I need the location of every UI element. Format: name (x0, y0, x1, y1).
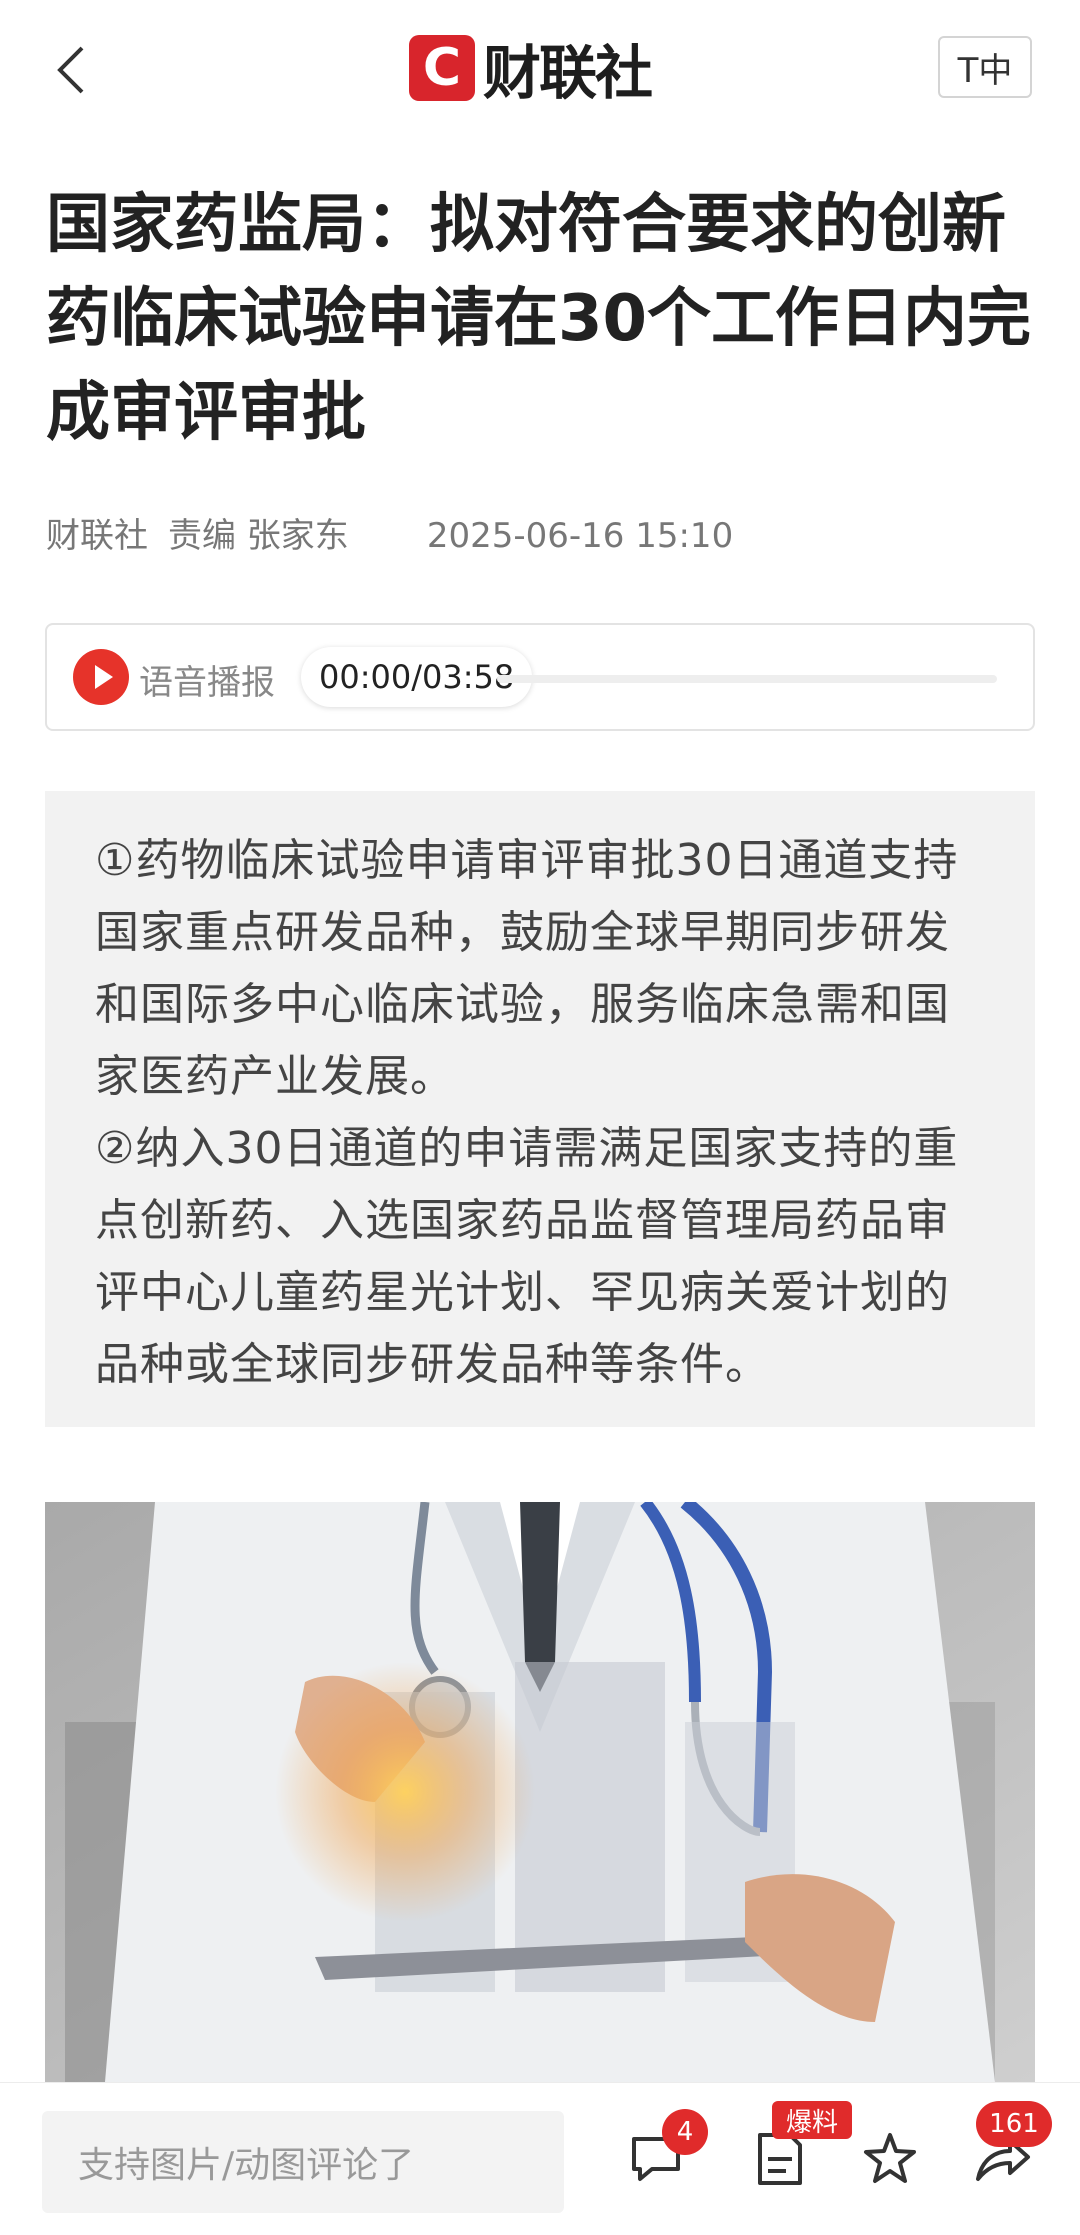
article-datetime: 2025-06-16 15:10 (426, 516, 734, 556)
bottom-action-bar: 支持图片/动图评论了 4 爆料 161 (0, 2082, 1080, 2235)
logo-letter: C (422, 38, 462, 98)
share-count-badge: 161 (976, 2101, 1052, 2147)
article-title: 国家药监局：拟对符合要求的创新药临床试验申请在30个工作日内完成审评审批 (46, 188, 1032, 450)
top-bar: C 财联社 T中 (0, 0, 1080, 135)
audio-label: 语音播报 (139, 663, 275, 703)
play-icon[interactable] (73, 649, 129, 705)
font-size-button[interactable]: T中 (938, 36, 1032, 98)
article-editor: 责编 张家东 (168, 516, 349, 556)
article-image (45, 1502, 1035, 2082)
logo-badge: C (409, 35, 475, 101)
audio-player: 语音播报 00:00/03:58 (45, 623, 1035, 731)
favorite-button[interactable] (860, 2129, 920, 2189)
comment-input[interactable]: 支持图片/动图评论了 (42, 2111, 564, 2213)
summary-point-1: ①药物临床试验申请审评审批30日通道支持国家重点研发品种，鼓励全球早期同步研发和… (95, 835, 959, 1102)
article-summary: ①药物临床试验申请审评审批30日通道支持国家重点研发品种，鼓励全球早期同步研发和… (45, 791, 1035, 1427)
comment-count-badge: 4 (662, 2109, 708, 2155)
article-source: 财联社 (46, 516, 148, 556)
article-meta: 财联社 责编 张家东 2025-06-16 15:10 (46, 508, 753, 557)
app-logo: C 财联社 (409, 32, 653, 107)
report-badge: 爆料 (772, 2101, 852, 2139)
logo-text: 财联社 (483, 39, 653, 107)
audio-progress-track[interactable] (497, 675, 997, 683)
star-icon (864, 2133, 916, 2183)
back-icon[interactable] (52, 40, 92, 100)
summary-point-2: ②纳入30日通道的申请需满足国家支持的重点创新药、入选国家药品监督管理局药品审评… (95, 1123, 959, 1390)
